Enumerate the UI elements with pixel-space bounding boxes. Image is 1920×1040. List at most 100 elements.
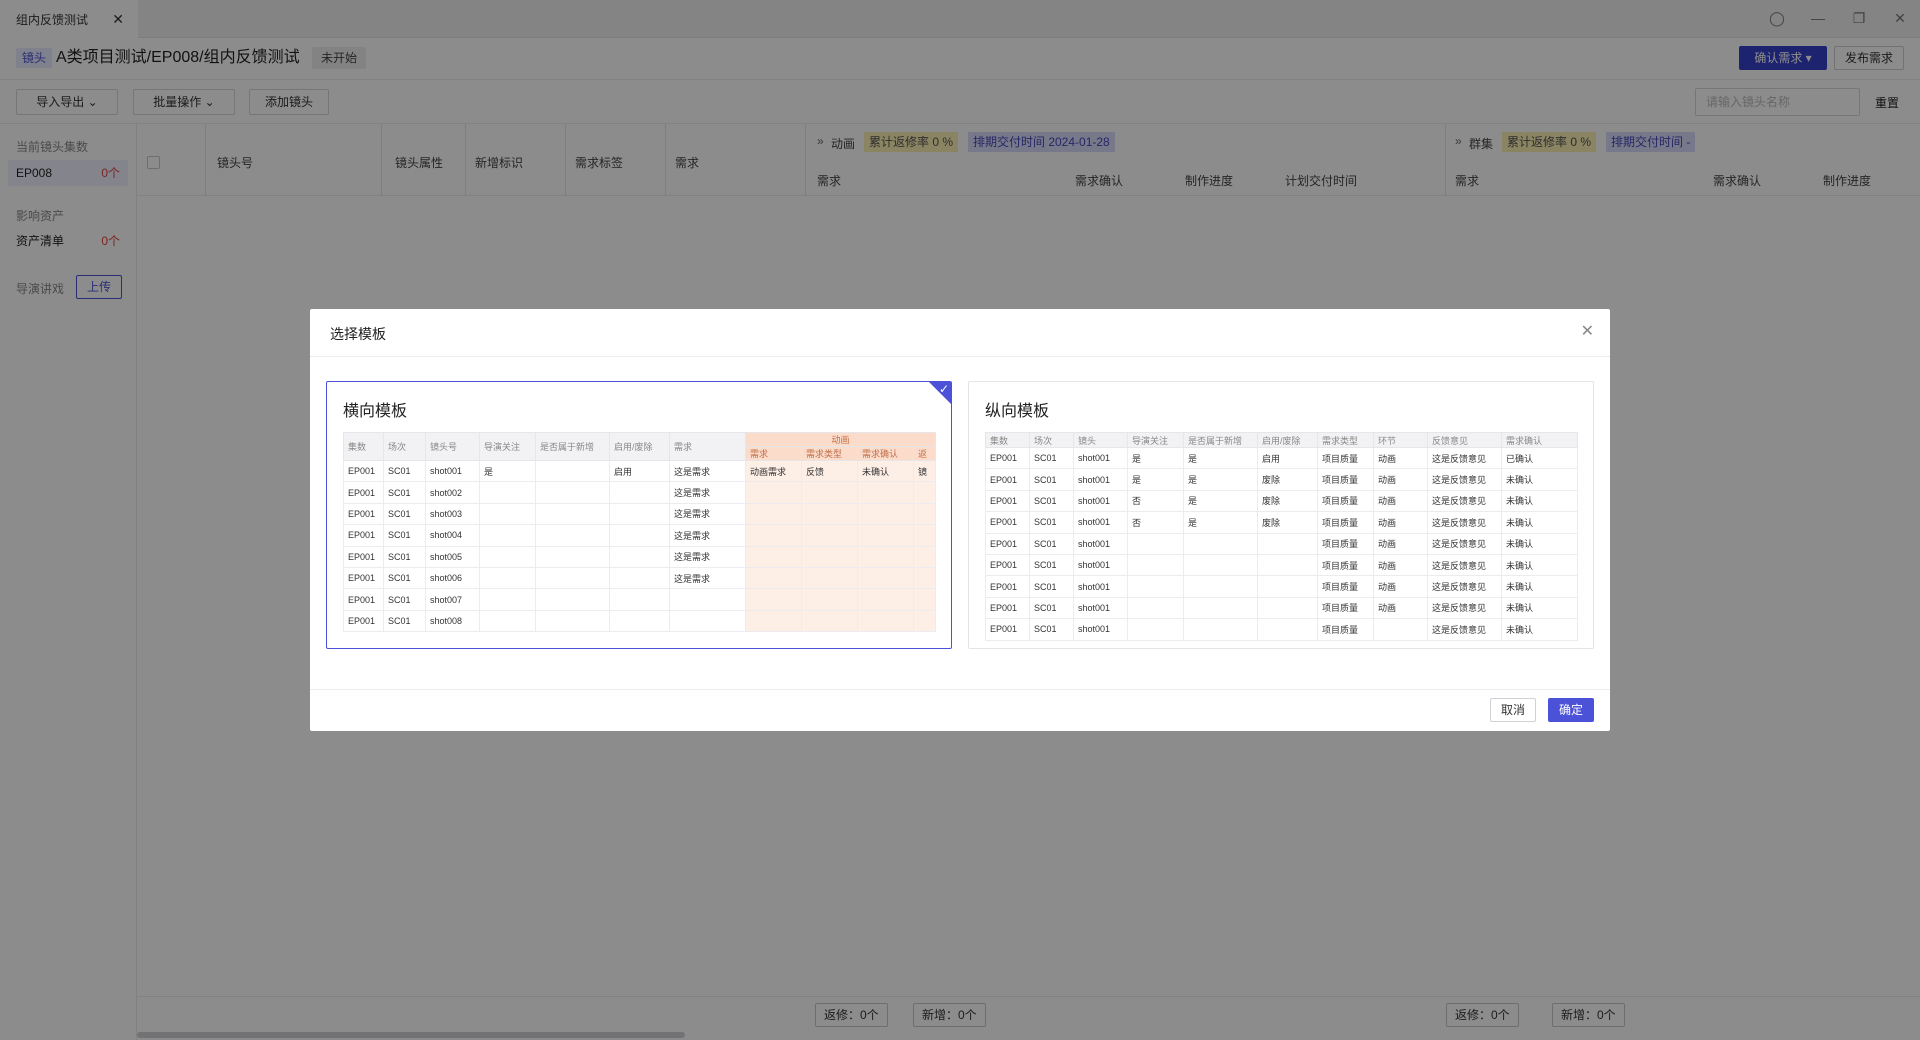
h-table-cell [801,545,858,568]
v-table-cell: 项目质量 [1317,618,1374,641]
v-table-cell: 项目质量 [1317,532,1374,555]
v-table-cell: SC01 [1029,489,1074,513]
v-table-cell [1257,575,1318,598]
v-header-cell: 导演关注 [1127,432,1184,448]
v-table-cell: SC01 [1029,468,1074,491]
h-table-cell: 这是需求 [669,545,746,568]
v-table-cell: 这是反馈意见 [1427,532,1502,555]
h-header-cell: 场次 [383,432,426,461]
h-table-cell: 未确认 [857,459,914,483]
v-table-cell: 这是反馈意见 [1427,575,1502,598]
v-table-cell: 未确认 [1501,596,1578,620]
h-header-cell: 镜头号 [425,432,480,461]
h-table-cell [535,502,610,526]
v-table-cell: 是 [1183,446,1258,470]
v-table-cell: 项目质量 [1317,511,1374,534]
h-table-cell: EP001 [343,566,384,590]
h-table-cell [535,609,610,633]
v-table-cell: 这是反馈意见 [1427,489,1502,513]
v-table-cell: 动画 [1373,532,1428,555]
v-table-cell: 未确认 [1501,553,1578,577]
v-table-cell [1127,596,1184,620]
v-table-cell [1257,618,1318,641]
v-table-cell: 项目质量 [1317,468,1374,491]
h-table-cell [535,459,610,483]
h-table-cell [857,481,914,504]
h-table-cell: EP001 [343,502,384,526]
h-table-row: EP001 SC01 shot001 是 启用 这是需求 动画需求 反馈 未确认镜 [343,459,937,483]
h-table-cell: shot008 [425,609,480,633]
v-table-cell: SC01 [1029,446,1074,470]
v-table-row: EP001 SC01 shot001 项目质量 动画 这是反馈意见 未确认 [985,553,1578,577]
confirm-button[interactable]: 确定 [1548,698,1594,722]
v-table-cell [1257,596,1318,620]
v-table-cell: EP001 [985,618,1030,641]
v-table-cell [1127,575,1184,598]
h-table-row: EP001 SC01 shot007 [343,588,937,611]
h-table-cell [857,566,914,590]
h-table-cell [609,609,670,633]
v-table-cell: shot001 [1073,618,1128,641]
v-table-cell [1183,575,1258,598]
v-table-cell: 动画 [1373,446,1428,470]
v-table-cell: EP001 [985,511,1030,534]
h-table-cell [912,545,937,568]
v-table-cell: EP001 [985,596,1030,620]
h-table-row: EP001 SC01 shot004 这是需求 [343,524,937,547]
h-table-cell [535,481,610,504]
h-table-cell [857,524,914,547]
v-table-cell: 项目质量 [1317,489,1374,513]
h-table-cell [479,545,536,568]
h-group-header: 动画 [744,432,937,447]
v-table-cell: EP001 [985,553,1030,577]
cancel-button[interactable]: 取消 [1490,698,1536,722]
h-table-cell [912,609,937,633]
h-table-cell: SC01 [383,459,426,483]
v-table-cell: 是 [1183,511,1258,534]
horizontal-template-card[interactable]: 横向模板 ✓ 集数 场次 镜头号 导演关注 是否属于新增 启用/废除 需求 动画 [326,381,952,649]
h-table-cell [857,609,914,633]
horizontal-template-preview: 集数 场次 镜头号 导演关注 是否属于新增 启用/废除 需求 动画 需求 需求类… [343,432,937,633]
v-table-cell: SC01 [1029,618,1074,641]
v-table-cell: 动画 [1373,489,1428,513]
h-table-cell [912,588,937,611]
h-table-cell [745,481,802,504]
v-table-cell: 这是反馈意见 [1427,468,1502,491]
v-header-cell: 场次 [1029,432,1074,448]
h-table-cell [912,566,937,590]
h-table-cell: SC01 [383,502,426,526]
v-table-cell [1183,618,1258,641]
h-table-cell [479,481,536,504]
h-table-cell [745,545,802,568]
h-table-cell: 这是需求 [669,524,746,547]
h-table-row: EP001 SC01 shot006 这是需求 [343,566,937,590]
h-table-cell [479,609,536,633]
h-table-cell: 反馈 [801,459,858,483]
v-table-cell [1257,532,1318,555]
h-table-cell: 这是需求 [669,566,746,590]
h-table-cell: SC01 [383,481,426,504]
v-table-cell: 这是反馈意见 [1427,511,1502,534]
v-table-cell: shot001 [1073,468,1128,491]
h-table-cell: SC01 [383,545,426,568]
h-table-cell [535,566,610,590]
v-table-cell: 未确认 [1501,575,1578,598]
h-table-cell: EP001 [343,545,384,568]
h-table-cell [801,588,858,611]
v-table-row: EP001 SC01 shot001 是是启用 项目质量 动画 这是反馈意见 已确认 [985,446,1578,470]
v-table-cell: EP001 [985,446,1030,470]
v-table-row: EP001 SC01 shot001 否是废除 项目质量 动画 这是反馈意见 未确认 [985,511,1578,534]
dialog-close-icon[interactable]: ✕ [1581,321,1594,341]
h-table-cell [801,502,858,526]
vertical-template-card[interactable]: 纵向模板 集数 场次 镜头 导演关注 是否属于新增 启用/废除 需求类型 环节 反馈意见 需求确认… [968,381,1594,649]
h-table-row: EP001 SC01 shot002 这是需求 [343,481,937,504]
h-table-cell: EP001 [343,481,384,504]
check-icon: ✓ [938,382,949,396]
v-table-cell: 动画 [1373,575,1428,598]
v-table-cell: 否 [1127,511,1184,534]
h-sub-header-cell: 需求 [745,446,802,461]
v-header-cell: 启用/废除 [1257,432,1318,448]
v-header-cell: 镜头 [1073,432,1128,448]
h-table-cell: shot002 [425,481,480,504]
v-table-cell: 这是反馈意见 [1427,596,1502,620]
